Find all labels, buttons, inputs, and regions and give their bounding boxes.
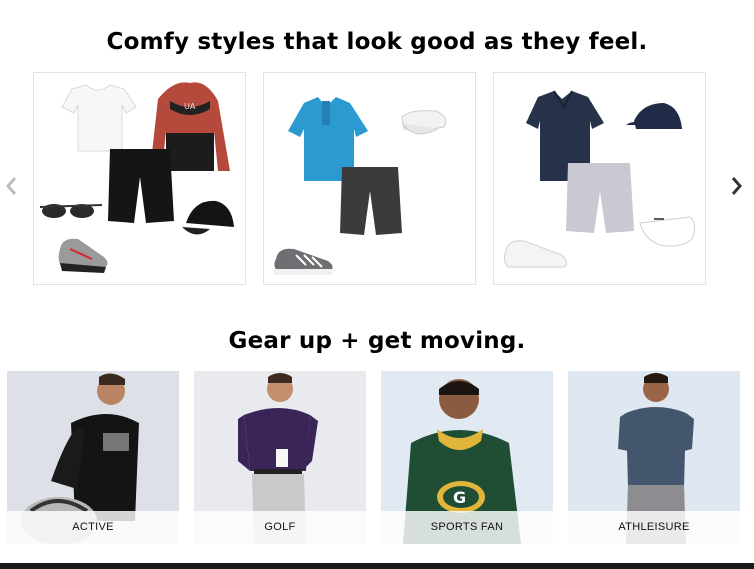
footer-divider-bar bbox=[0, 563, 754, 569]
chevron-left-icon bbox=[6, 177, 17, 195]
category-tile-sports-fan[interactable]: G SPORTS FAN bbox=[381, 371, 553, 544]
gear-section-title: Gear up + get moving. bbox=[228, 328, 526, 354]
svg-text:UA: UA bbox=[184, 102, 196, 111]
outfit-image bbox=[274, 97, 447, 275]
outfit-image: UA bbox=[39, 82, 234, 273]
carousel-next-button[interactable] bbox=[728, 174, 744, 198]
category-label: ATHLEISURE bbox=[568, 511, 740, 544]
category-tile-active[interactable]: ACTIVE bbox=[7, 371, 179, 544]
category-tile-athleisure[interactable]: ATHLEISURE bbox=[568, 371, 740, 544]
category-label: ACTIVE bbox=[7, 511, 179, 544]
outfit-card[interactable]: UA bbox=[33, 72, 246, 285]
outfit-card[interactable] bbox=[263, 72, 476, 285]
category-label: SPORTS FAN bbox=[381, 511, 553, 544]
outfit-card[interactable] bbox=[493, 72, 706, 285]
outfit-image bbox=[503, 90, 696, 268]
svg-text:G: G bbox=[453, 488, 466, 507]
category-tile-golf[interactable]: GOLF bbox=[194, 371, 366, 544]
category-label: GOLF bbox=[194, 511, 366, 544]
styles-section-title: Comfy styles that look good as they feel… bbox=[106, 29, 648, 55]
carousel-prev-button[interactable] bbox=[4, 174, 20, 198]
chevron-right-icon bbox=[731, 177, 742, 195]
